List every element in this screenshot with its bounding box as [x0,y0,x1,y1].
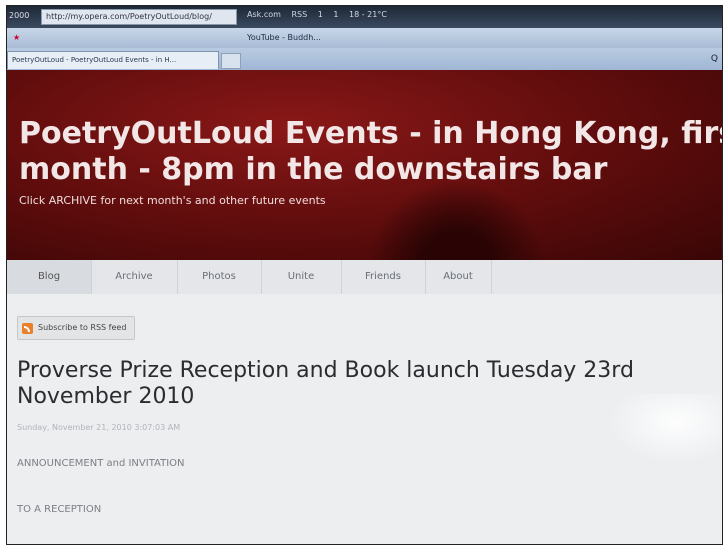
tab-bar: PoetryOutLoud - PoetryOutLoud Events - i… [7,48,722,70]
new-tab-button[interactable] [221,53,241,69]
nav-about[interactable]: About [425,260,492,294]
toolbar-item[interactable]: 18 - 21°C [349,10,387,19]
blog-title-line1: PoetryOutLoud Events - in Hong Kong, fir… [19,116,722,151]
post-body-line: ANNOUNCEMENT and INVITATION [17,458,185,469]
nav-blog[interactable]: Blog [7,260,92,294]
browser-toolbar: Ask.com RSS 1 1 18 - 21°C [247,10,722,24]
toolbar-item[interactable]: RSS [291,10,307,19]
favorites-star-icon[interactable]: ★ [13,33,20,42]
tab-search-icon[interactable]: Q [711,54,718,64]
post-title[interactable]: Proverse Prize Reception and Book launch… [17,358,717,410]
browser-tab-active[interactable]: PoetryOutLoud - PoetryOutLoud Events - i… [7,51,219,69]
favorite-youtube[interactable]: YouTube - Buddh... [247,33,321,42]
nav-unite[interactable]: Unite [261,260,342,294]
header-background-decoration [367,180,547,260]
address-bar[interactable]: http://my.opera.com/PoetryOutLoud/blog/ [41,9,237,25]
blog-subtitle: Click ARCHIVE for next month's and other… [19,194,326,207]
browser-address-row: 2000 http://my.opera.com/PoetryOutLoud/b… [7,6,722,28]
toolbar-item[interactable]: Ask.com [247,10,281,19]
post-body-line: TO A RECEPTION [17,504,102,515]
rss-subscribe-button[interactable]: Subscribe to RSS feed [17,316,136,340]
blog-nav: Blog Archive Photos Unite Friends About [7,260,722,295]
nav-friends[interactable]: Friends [341,260,426,294]
rss-icon [22,322,33,334]
blog-title-line2: month - 8pm in the downstairs bar [19,152,608,187]
toolbar-item[interactable]: 1 [318,10,323,19]
nav-archive[interactable]: Archive [91,260,178,294]
rss-label: Subscribe to RSS feed [38,323,127,332]
favorites-bar: ★ YouTube - Buddh... [7,28,722,48]
blog-title: PoetryOutLoud Events - in Hong Kong, fir… [19,116,722,188]
toolbar-item[interactable]: 1 [333,10,338,19]
nav-photos[interactable]: Photos [177,260,262,294]
address-prefix: 2000 [9,11,30,20]
blog-header: PoetryOutLoud Events - in Hong Kong, fir… [7,70,722,260]
screen: 2000 http://my.opera.com/PoetryOutLoud/b… [6,5,723,545]
post-date: Sunday, November 21, 2010 3:07:03 AM [17,423,181,432]
blog-content: Subscribe to RSS feed Proverse Prize Rec… [7,294,722,544]
